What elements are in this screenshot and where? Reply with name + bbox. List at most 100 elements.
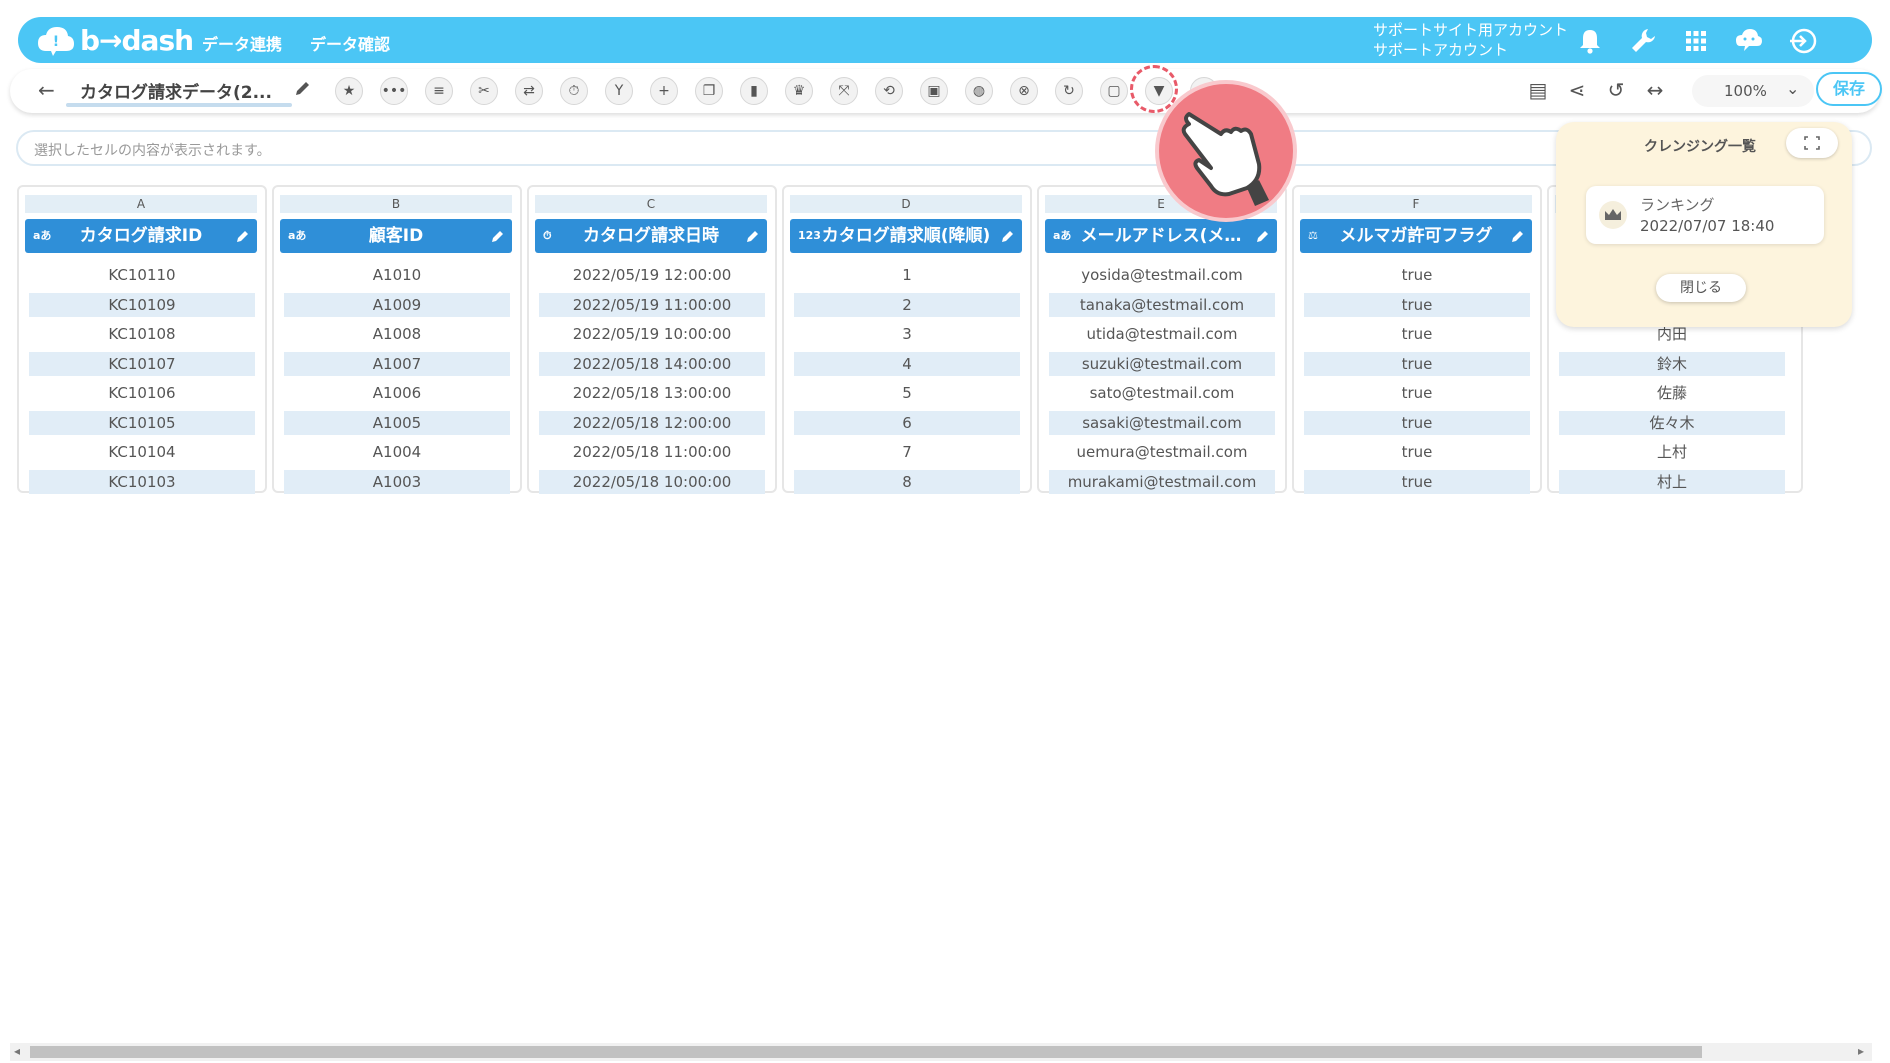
table-cell[interactable]: true (1304, 470, 1530, 494)
share-icon[interactable]: ⋖ (1563, 76, 1591, 104)
list-icon[interactable]: ≡ (425, 77, 453, 105)
table-cell[interactable]: sasaki@testmail.com (1049, 411, 1275, 435)
table-cell[interactable]: KC10104 (29, 440, 255, 464)
table-cell[interactable]: KC10103 (29, 470, 255, 494)
copy-icon[interactable]: ❐ (695, 77, 723, 105)
table-cell[interactable]: 2022/05/18 14:00:00 (539, 352, 765, 376)
column-header[interactable]: aあ メールアドレス(メ… (1045, 219, 1277, 253)
table-cell[interactable]: 2022/05/19 10:00:00 (539, 322, 765, 346)
cancel-icon[interactable]: ⊗ (1010, 77, 1038, 105)
table-cell[interactable]: KC10109 (29, 293, 255, 317)
branch-icon[interactable]: Y (605, 77, 633, 105)
app-logo[interactable]: ! b→dash (36, 24, 194, 57)
table-cell[interactable]: murakami@testmail.com (1049, 470, 1275, 494)
table-cell[interactable]: A1005 (284, 411, 510, 435)
column-letter[interactable]: C (535, 195, 767, 213)
table-cell[interactable]: 4 (794, 352, 1020, 376)
column-header[interactable]: ⏱ カタログ請求日時 (535, 219, 767, 253)
column-header[interactable]: ⚖ メルマガ許可フラグ (1300, 219, 1532, 253)
edit-column-icon[interactable] (1255, 228, 1271, 244)
column-letter[interactable]: B (280, 195, 512, 213)
table-cell[interactable]: KC10106 (29, 381, 255, 405)
table-cell[interactable]: 8 (794, 470, 1020, 494)
table-cell[interactable]: true (1304, 381, 1530, 405)
table-cell[interactable]: 2022/05/18 13:00:00 (539, 381, 765, 405)
code-icon[interactable]: ↔ (1641, 76, 1669, 104)
expand-icon[interactable]: ⤧ (830, 77, 858, 105)
table-cell[interactable]: suzuki@testmail.com (1049, 352, 1275, 376)
lock-icon[interactable]: ▣ (920, 77, 948, 105)
table-cell[interactable]: A1003 (284, 470, 510, 494)
table-cell[interactable]: true (1304, 293, 1530, 317)
table-cell[interactable]: 2022/05/19 12:00:00 (539, 263, 765, 287)
table-cell[interactable]: 村上 (1559, 470, 1785, 494)
nav-data-link[interactable]: データ連携 (202, 31, 282, 55)
edit-name-icon[interactable] (293, 78, 313, 98)
cleansing-item[interactable]: ランキング 2022/07/07 18:40 (1586, 186, 1824, 244)
table-cell[interactable]: 3 (794, 322, 1020, 346)
support-chat-icon[interactable] (1734, 26, 1764, 56)
square-icon[interactable]: ▢ (1100, 77, 1128, 105)
crown-icon[interactable]: ♛ (785, 77, 813, 105)
table-cell[interactable]: 7 (794, 440, 1020, 464)
column-header[interactable]: 123 カタログ請求順(降順) (790, 219, 1022, 253)
table-cell[interactable]: true (1304, 322, 1530, 346)
table-cell[interactable]: 6 (794, 411, 1020, 435)
table-cell[interactable]: sato@testmail.com (1049, 381, 1275, 405)
data-name-title[interactable]: カタログ請求データ(2... (80, 78, 272, 103)
column-letter[interactable]: D (790, 195, 1022, 213)
column-header[interactable]: aあ カタログ請求ID (25, 219, 257, 253)
star-icon[interactable]: ★ (335, 77, 363, 105)
table-cell[interactable]: yosida@testmail.com (1049, 263, 1275, 287)
table-cell[interactable]: 1 (794, 263, 1020, 287)
scissors-icon[interactable]: ✂ (470, 77, 498, 105)
column-letter[interactable]: A (25, 195, 257, 213)
scroll-right-icon[interactable]: ▸ (1858, 1044, 1864, 1058)
bag-icon[interactable]: ◍ (965, 77, 993, 105)
table-cell[interactable]: A1006 (284, 381, 510, 405)
table-cell[interactable]: 5 (794, 381, 1020, 405)
merge-icon[interactable]: ⇄ (515, 77, 543, 105)
table-cell[interactable]: A1009 (284, 293, 510, 317)
table-cell[interactable]: 2022/05/19 11:00:00 (539, 293, 765, 317)
edit-column-icon[interactable] (1510, 228, 1526, 244)
table-cell[interactable]: 2 (794, 293, 1020, 317)
table-cell[interactable]: 2022/05/18 12:00:00 (539, 411, 765, 435)
save-button[interactable]: 保存 (1816, 72, 1882, 106)
history-icon[interactable]: ↺ (1602, 76, 1630, 104)
fullscreen-button[interactable] (1786, 128, 1838, 158)
table-cell[interactable]: 佐々木 (1559, 411, 1785, 435)
bell-icon[interactable] (1575, 26, 1605, 56)
table-cell[interactable]: KC10108 (29, 322, 255, 346)
table-cell[interactable]: 上村 (1559, 440, 1785, 464)
nav-data-check[interactable]: データ確認 (310, 31, 390, 55)
repeat-icon[interactable]: ⟲ (875, 77, 903, 105)
close-button[interactable]: 閉じる (1656, 274, 1746, 302)
more-icon[interactable]: ••• (380, 77, 408, 105)
refresh-icon[interactable]: ↻ (1055, 77, 1083, 105)
trash-icon[interactable]: ▮ (740, 77, 768, 105)
arrow-left-icon[interactable]: ← (38, 78, 55, 102)
edit-column-icon[interactable] (490, 228, 506, 244)
table-cell[interactable]: A1004 (284, 440, 510, 464)
table-cell[interactable]: true (1304, 411, 1530, 435)
column-letter[interactable]: F (1300, 195, 1532, 213)
timer-icon[interactable]: ⏱ (560, 77, 588, 105)
plus-icon[interactable]: + (650, 77, 678, 105)
table-cell[interactable]: A1008 (284, 322, 510, 346)
table-cell[interactable]: KC10107 (29, 352, 255, 376)
horizontal-scrollbar[interactable]: ◂ ▸ (10, 1043, 1872, 1061)
table-cell[interactable]: KC10105 (29, 411, 255, 435)
scrollbar-thumb[interactable] (30, 1046, 1702, 1058)
table-cell[interactable]: 2022/05/18 10:00:00 (539, 470, 765, 494)
clipboard-icon[interactable]: ▤ (1524, 76, 1552, 104)
zoom-select[interactable]: 100% ⌄ (1692, 75, 1814, 107)
table-cell[interactable]: true (1304, 352, 1530, 376)
table-cell[interactable]: utida@testmail.com (1049, 322, 1275, 346)
edit-column-icon[interactable] (1000, 228, 1016, 244)
logout-icon[interactable] (1787, 26, 1817, 56)
edit-column-icon[interactable] (235, 228, 251, 244)
column-header[interactable]: aあ 顧客ID (280, 219, 512, 253)
wrench-icon[interactable] (1628, 26, 1658, 56)
scroll-left-icon[interactable]: ◂ (14, 1044, 20, 1058)
